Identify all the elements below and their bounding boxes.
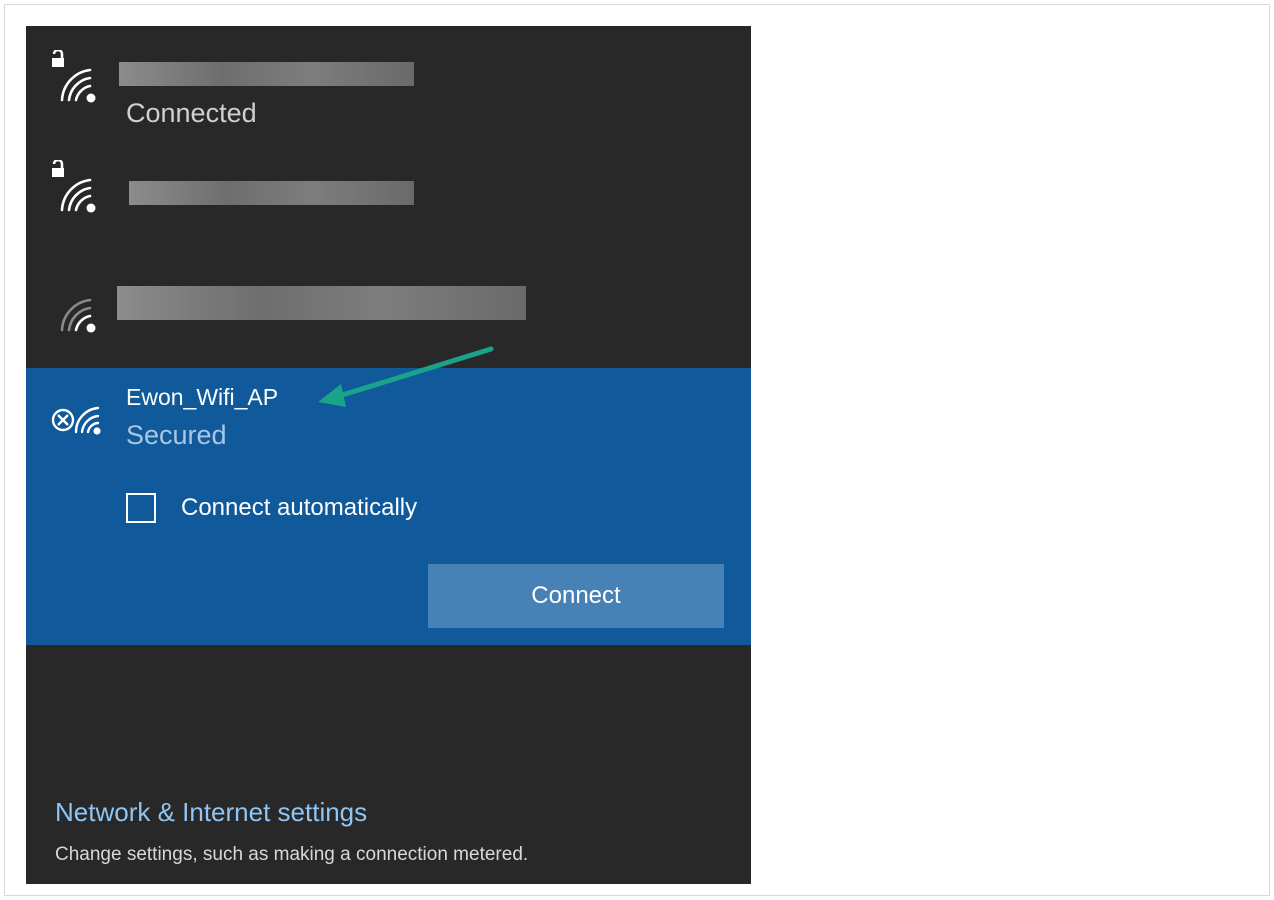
wifi-flyout: Connected Ewon_Wifi_AP Secured Connect a… — [26, 26, 751, 884]
network-list-item[interactable] — [26, 136, 751, 246]
settings-description: Change settings, such as making a connec… — [55, 844, 529, 865]
network-name-redacted — [129, 181, 414, 205]
network-security-status: Secured — [126, 420, 227, 450]
connect-automatically-checkbox[interactable]: Connect automatically — [126, 491, 417, 525]
network-status: Connected — [126, 98, 257, 128]
network-ssid: Ewon_Wifi_AP — [126, 384, 279, 410]
network-internet-settings-link[interactable]: Network & Internet settings — [55, 797, 367, 828]
wifi-secured-icon — [52, 160, 96, 213]
selected-network-item[interactable]: Ewon_Wifi_AP Secured Connect automatical… — [26, 368, 751, 645]
network-name-redacted — [119, 62, 414, 86]
wifi-unavailable-icon — [51, 406, 101, 435]
network-name-redacted — [117, 286, 526, 320]
connect-button[interactable]: Connect — [428, 564, 724, 628]
network-list-item[interactable]: Connected — [26, 26, 751, 136]
wifi-secured-icon — [52, 50, 96, 103]
checkbox-box[interactable] — [126, 493, 156, 523]
connect-automatically-label: Connect automatically — [181, 494, 418, 521]
network-list-item[interactable] — [26, 256, 751, 366]
wifi-open-icon — [60, 298, 96, 333]
